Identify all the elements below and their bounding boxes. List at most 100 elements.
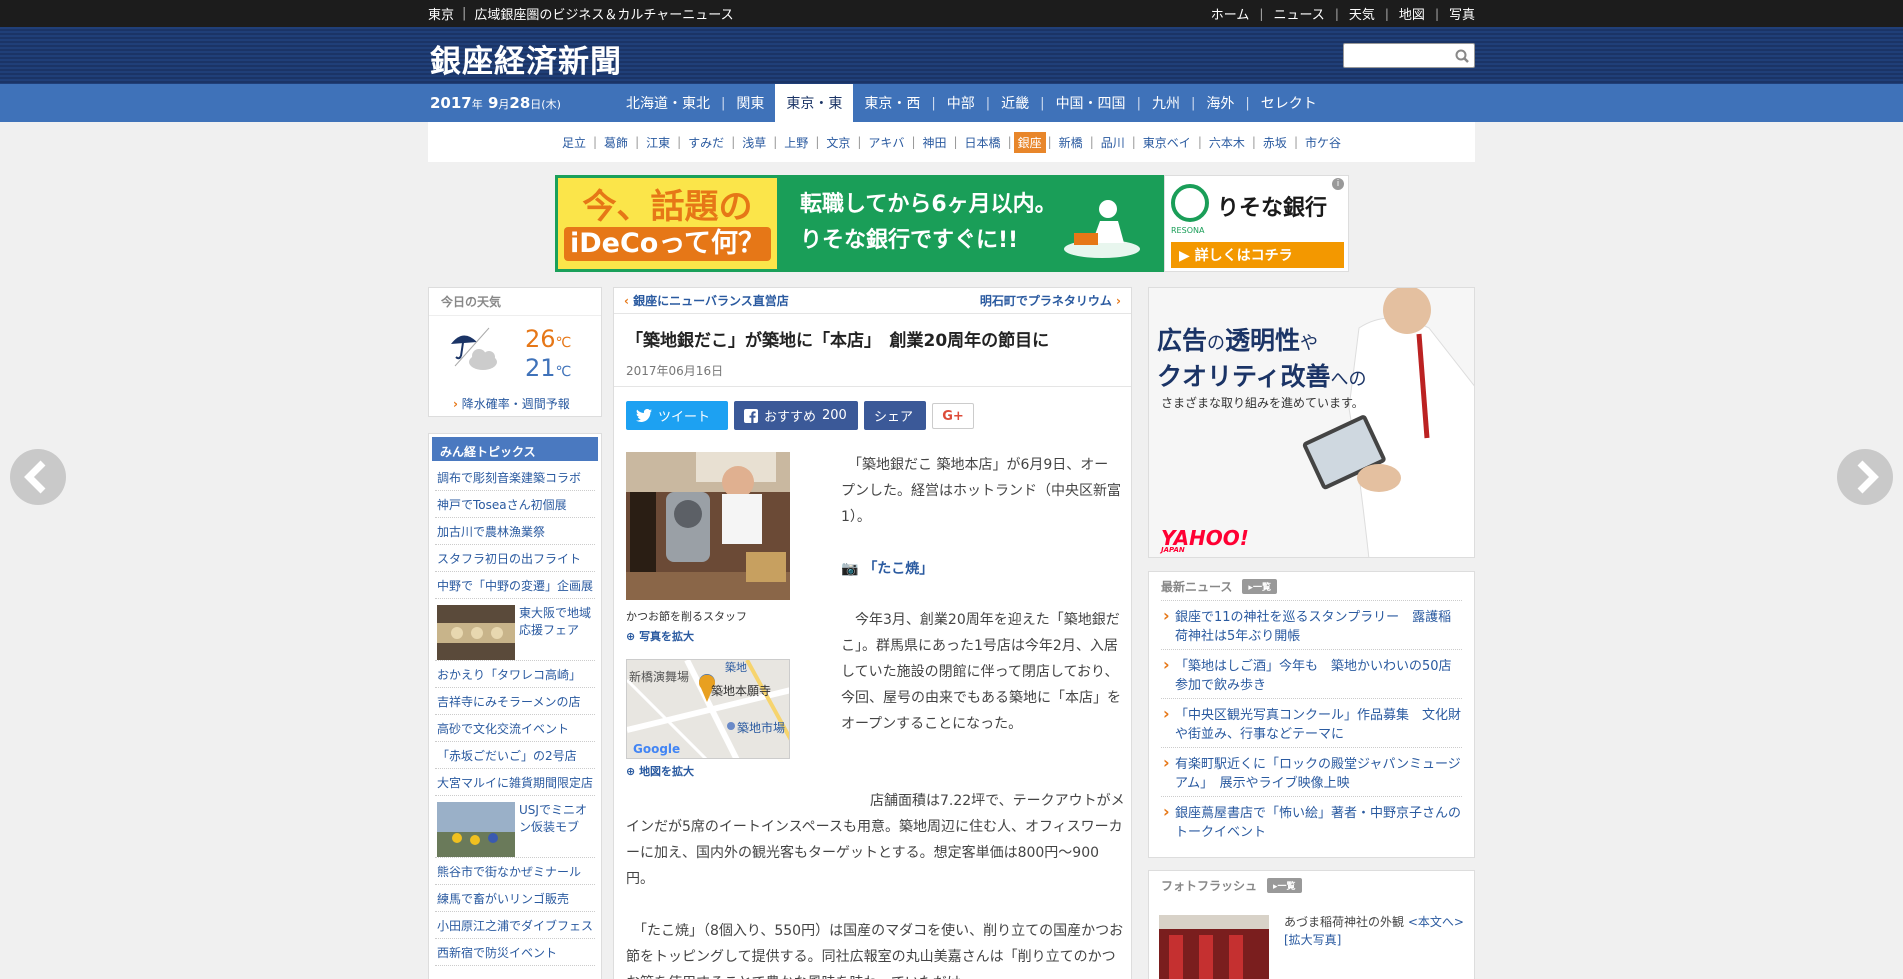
region-tab-chugoku[interactable]: 中国・四国: [1045, 84, 1137, 122]
area-tab[interactable]: 市ケ谷: [1300, 134, 1346, 151]
region-label[interactable]: 東京: [428, 4, 454, 23]
topic-item[interactable]: 東大阪で地域応援フェア: [435, 599, 595, 661]
top-link-photo[interactable]: 写真: [1439, 4, 1475, 23]
prev-article-link[interactable]: ‹ 銀座にニューバランス直営店: [624, 292, 789, 309]
topic-item[interactable]: 小田原江之浦でダイブフェス: [435, 912, 595, 939]
weather-forecast-link[interactable]: › 降水確率・週間予報: [453, 395, 570, 412]
latest-news-heading: 最新ニュース: [1161, 579, 1233, 594]
topic-item[interactable]: スタフラ初日の出フライト: [435, 545, 595, 572]
region-tab-kanto[interactable]: 関東: [725, 84, 775, 122]
photo-zoom-link[interactable]: [拡大写真]: [1284, 933, 1341, 947]
region-tab-hokkaido[interactable]: 北海道・東北: [615, 84, 721, 122]
topic-item[interactable]: 練馬で畜がいリンゴ販売: [435, 885, 595, 912]
area-tab[interactable]: 葛飾: [599, 134, 633, 151]
photo-zoom-link[interactable]: ⊕ 写真を拡大: [626, 624, 790, 644]
top-link-news[interactable]: ニュース: [1263, 4, 1334, 23]
area-tab[interactable]: 東京ベイ: [1138, 134, 1196, 151]
topic-item[interactable]: 西新宿で防災イベント: [435, 939, 595, 966]
news-item[interactable]: 銀座で11の神社を巡るスタンプラリー 露護稲荷神社は5年ぶり開帳: [1161, 600, 1462, 649]
topic-item[interactable]: 高砂で文化交流イベント: [435, 715, 595, 742]
topic-item[interactable]: 加古川で農林漁業祭: [435, 518, 595, 545]
search-icon[interactable]: [1454, 48, 1470, 64]
article-paragraph: 「築地銀だこ 築地本店」が6月9日、オープンした。経営はホットランド（中央区新富…: [841, 457, 1121, 525]
area-tab[interactable]: 神田: [917, 134, 951, 151]
topic-item[interactable]: 調布で彫刻音楽建築コラボ: [435, 464, 595, 491]
article-paragraph: 「たこ焼」（8個入り、550円）は国産のマダコを使い、削り立ての国産かつお節をト…: [626, 923, 1124, 979]
topic-item[interactable]: 「赤坂ごだいご」の2号店: [435, 742, 595, 769]
news-item[interactable]: 有楽町駅近くに「ロックの殿堂ジャパンミュージアム」 展示やライブ映像上映: [1161, 747, 1462, 796]
facebook-share-button[interactable]: シェア: [864, 401, 926, 430]
photo-list-link[interactable]: ▸一覧: [1267, 877, 1302, 893]
region-tab-kinki[interactable]: 近畿: [990, 84, 1040, 122]
area-tab[interactable]: 六本木: [1204, 134, 1250, 151]
latest-list-link[interactable]: ▸一覧: [1242, 578, 1277, 594]
region-tab-kyushu[interactable]: 九州: [1141, 84, 1191, 122]
tweet-button[interactable]: ツイート: [626, 401, 728, 430]
top-link-weather[interactable]: 天気: [1339, 4, 1385, 23]
next-page-arrow[interactable]: [1837, 449, 1893, 505]
news-item[interactable]: 銀座蔦屋書店で「怖い絵」著者・中野京子さんのトークイベント: [1161, 796, 1462, 845]
topic-item[interactable]: 大宮マルイに雑貨期間限定店: [435, 769, 595, 796]
area-nav: 足立 | 葛飾 | 江東 | すみだ | 浅草 | 上野 | 文京 | アキバ | 神田 | 日本橋 | 銀座 | 新橋 | 品…: [428, 122, 1475, 162]
top-link-home[interactable]: ホーム: [1201, 4, 1260, 23]
area-tab[interactable]: 銀座: [1013, 131, 1046, 153]
area-tab[interactable]: アキバ: [863, 134, 909, 151]
area-tab[interactable]: 足立: [557, 134, 591, 151]
google-plus-button[interactable]: G+: [932, 403, 974, 429]
ad-info-icon[interactable]: i: [1332, 178, 1344, 190]
topic-item[interactable]: おかえり「タワレコ高崎」: [435, 661, 595, 688]
area-tab[interactable]: 品川: [1096, 134, 1130, 151]
region-tab-select[interactable]: セレクト: [1250, 84, 1328, 122]
temp-high: 26℃: [525, 325, 572, 353]
next-article-link[interactable]: 明石町でプラネタリウム ›: [980, 292, 1121, 309]
resona-logo-icon: [1171, 184, 1209, 222]
area-tab[interactable]: 日本橋: [960, 134, 1006, 151]
region-tab-chubu[interactable]: 中部: [936, 84, 986, 122]
photo-gallery-link[interactable]: 📷 「たこ焼」: [841, 558, 933, 578]
twitter-icon: [636, 409, 652, 422]
area-tab[interactable]: 江東: [641, 134, 675, 151]
article: ‹ 銀座にニューバランス直営店 明石町でプラネタリウム › 「築地銀だこ」が築地…: [613, 287, 1132, 979]
map-zoom-link[interactable]: ⊕ 地図を拡大: [626, 759, 790, 779]
sidebar-ad[interactable]: 広告の透明性や クオリティ改善への さまざまな取り組みを進めています。 YAHO…: [1148, 287, 1475, 558]
area-tab[interactable]: 新橋: [1054, 134, 1088, 151]
search-input[interactable]: [1343, 43, 1475, 68]
top-link-map[interactable]: 地図: [1389, 4, 1435, 23]
topic-item[interactable]: 熊谷市で街なかぜミナール: [435, 858, 595, 885]
photo-staff-shaving-bonito[interactable]: [626, 452, 790, 600]
banner-bank-panel[interactable]: りそな銀行 RESONA ▶ 詳しくはコチラ i: [1164, 175, 1349, 272]
facebook-recommend-button[interactable]: おすすめ 200: [734, 401, 858, 430]
topics-panel: みん経トピックス 調布で彫刻音楽建築コラボ 神戸でToseaさん初個展 加古川で農林…: [428, 433, 602, 979]
area-tab[interactable]: 文京: [821, 134, 855, 151]
topic-item[interactable]: USJでミニオン仮装モブ: [435, 796, 595, 858]
map-image[interactable]: 新橋演舞場 築地 築地本願寺 築地市場 Google: [626, 659, 790, 759]
region-tab-tokyo-east[interactable]: 東京・東: [775, 84, 854, 122]
area-tab[interactable]: 赤坂: [1258, 134, 1292, 151]
prev-page-arrow[interactable]: [10, 449, 66, 505]
topic-thumbnail[interactable]: [437, 802, 515, 858]
article-photo[interactable]: かつお節を削るスタッフ ⊕ 写真を拡大: [626, 452, 790, 644]
region-nav: 2017年 9月28日(木) 北海道・東北 | 関東 東京・東 東京・西 | 中部 |…: [0, 84, 1903, 122]
photo-article-link[interactable]: <本文へ>: [1408, 915, 1464, 929]
site-logo[interactable]: 銀座経済新聞: [430, 36, 622, 81]
banner-cta-button[interactable]: ▶ 詳しくはコチラ: [1171, 242, 1344, 268]
area-tab[interactable]: すみだ: [683, 134, 729, 151]
topic-item[interactable]: 中野で「中野の変遷」企画展: [435, 572, 595, 599]
area-tab[interactable]: 上野: [779, 134, 813, 151]
article-paragraph: 店舗面積は7.22坪で、テークアウトがメインだが5席のイートインスペースも用意。…: [626, 793, 1125, 887]
site-header: 銀座経済新聞: [0, 27, 1903, 84]
topic-thumbnail[interactable]: [437, 605, 515, 661]
article-map[interactable]: 新橋演舞場 築地 築地本願寺 築地市場 Google ⊕ 地図を拡大: [626, 659, 790, 779]
topic-item[interactable]: 吉祥寺にみそラーメンの店: [435, 688, 595, 715]
banner-ideco-panel[interactable]: 今、話題の iDeCoって何？: [555, 175, 780, 272]
region-tab-tokyo-west[interactable]: 東京・西: [853, 84, 931, 122]
banner-ad[interactable]: 今、話題の iDeCoって何？ 転職してから6ヶ月以内。 りそな銀行ですぐに!!…: [555, 175, 1349, 272]
area-tab[interactable]: 浅草: [737, 134, 771, 151]
news-item[interactable]: 「中央区観光写真コンクール」作品募集 文化財や街並み、行事などテーマに: [1161, 698, 1462, 747]
region-tab-overseas[interactable]: 海外: [1195, 84, 1245, 122]
banner-message-panel[interactable]: 転職してから6ヶ月以内。 りそな銀行ですぐに!!: [780, 175, 1164, 272]
news-item[interactable]: 「築地はしご酒」今年も 築地かいわいの50店参加で飲み歩き: [1161, 649, 1462, 698]
topics-list: 調布で彫刻音楽建築コラボ 神戸でToseaさん初個展 加古川で農林漁業祭 スタフラ初日…: [429, 464, 601, 966]
photo-flash-thumbnail[interactable]: [1159, 915, 1269, 979]
topic-item[interactable]: 神戸でToseaさん初個展: [435, 491, 595, 518]
